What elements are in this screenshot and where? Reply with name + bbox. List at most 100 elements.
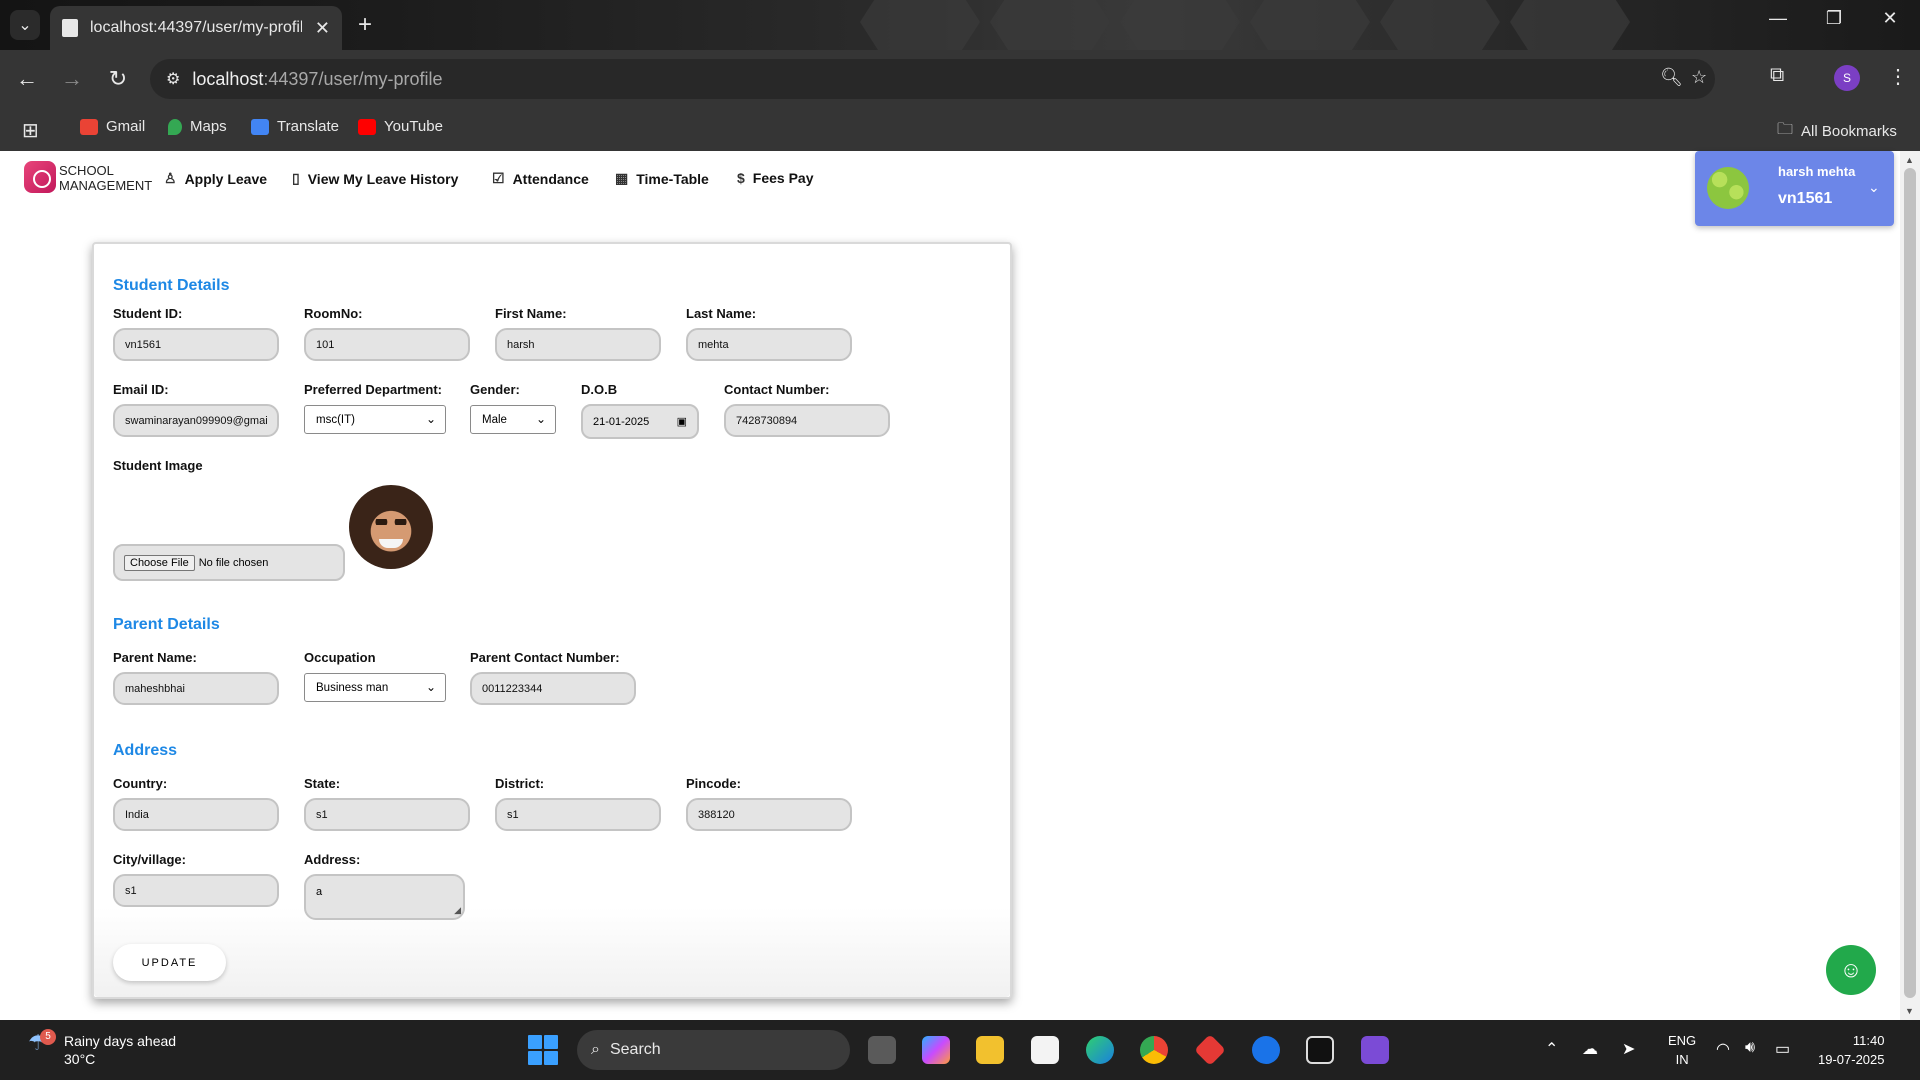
bookmark-star-icon[interactable]: ☆ (1691, 67, 1707, 88)
choose-file-button[interactable]: Choose File (124, 554, 195, 571)
tab-title: localhost:44397/user/my-profile (90, 19, 302, 36)
bookmark-translate[interactable]: Translate (251, 118, 339, 135)
show-hidden-icons[interactable]: ⌃ (1545, 1039, 1558, 1059)
battery-icon[interactable]: ▭ (1775, 1039, 1790, 1059)
more-menu-icon[interactable]: ⋮ (1888, 64, 1908, 89)
user-avatar (1707, 167, 1749, 209)
taskbar-search[interactable]: ⌕ Search (577, 1030, 850, 1070)
copilot-icon[interactable] (922, 1036, 950, 1064)
bookmark-youtube[interactable]: YouTube (358, 118, 443, 135)
app-icon[interactable] (1306, 1036, 1334, 1064)
back-button[interactable]: ← (12, 64, 42, 94)
pincode-input[interactable]: 388120 (686, 798, 852, 831)
page-icon (62, 19, 78, 37)
site-info-icon[interactable]: ⚙ (166, 69, 180, 89)
label-first-name: First Name: (495, 306, 567, 321)
brand-name[interactable]: SCHOOL MANAGEMENT (59, 163, 152, 193)
anydesk-icon[interactable] (1194, 1034, 1226, 1066)
label-dob: D.O.B (581, 382, 618, 397)
scroll-down-icon[interactable]: ▼ (1905, 1006, 1914, 1016)
language-indicator[interactable]: ENG IN (1668, 1031, 1696, 1069)
school-logo-icon[interactable] (24, 161, 56, 193)
checkbox-icon: ☑ (492, 170, 505, 186)
department-select[interactable]: msc(IT) ⌄ (304, 405, 446, 434)
task-view-icon[interactable] (868, 1036, 896, 1064)
browser-toolbar: ← → ↻ ⚙ localhost:44397/user/my-profile … (0, 50, 1920, 108)
minimize-button[interactable]: — (1758, 8, 1798, 29)
nav-apply-leave[interactable]: ♙ Apply Leave (164, 170, 267, 187)
update-button[interactable]: UPDATE (113, 944, 226, 981)
file-explorer-icon[interactable] (976, 1036, 1004, 1064)
scroll-up-icon[interactable]: ▲ (1905, 155, 1914, 165)
system-clock[interactable]: 11:40 19-07-2025 (1818, 1031, 1885, 1069)
label-pincode: Pincode: (686, 776, 741, 791)
gender-select[interactable]: Male ⌄ (470, 405, 556, 434)
maps-icon (168, 118, 182, 135)
tab-search-dropdown-button[interactable]: ⌄ (10, 10, 40, 40)
address-bar[interactable]: ⚙ localhost:44397/user/my-profile 🔍︎ ☆ (150, 59, 1715, 99)
restore-button[interactable]: ❐ (1814, 8, 1854, 29)
dob-date-input[interactable]: 21-01-2025 ▣ (581, 404, 699, 439)
browser-tab-active[interactable]: localhost:44397/user/my-profile ✕ (50, 6, 342, 50)
chevron-down-icon: ⌄ (535, 412, 546, 426)
state-input[interactable]: s1 (304, 798, 470, 831)
zoom-icon[interactable]: 🔍︎ (1660, 67, 1683, 88)
parent-contact-input[interactable]: 0011223344 (470, 672, 636, 705)
start-button[interactable] (528, 1035, 558, 1065)
all-bookmarks-button[interactable]: 🗀 All Bookmarks (1777, 118, 1897, 145)
new-tab-button[interactable]: + (350, 10, 380, 40)
chrome-icon[interactable] (1140, 1036, 1168, 1064)
chevron-down-icon[interactable]: ⌄ (1868, 179, 1880, 196)
scrollbar-thumb[interactable] (1904, 168, 1916, 998)
calendar-icon[interactable]: ▣ (677, 415, 687, 428)
parent-name-input[interactable]: maheshbhai (113, 672, 279, 705)
close-tab-icon[interactable]: ✕ (315, 18, 330, 39)
edge-icon[interactable] (1086, 1036, 1114, 1064)
student-image-file-input[interactable]: Choose File No file chosen (113, 544, 345, 581)
volume-icon[interactable]: 🔊︎ (1745, 1039, 1755, 1057)
location-icon[interactable]: ➤ (1622, 1039, 1635, 1059)
bookmark-maps[interactable]: Maps (168, 118, 227, 135)
address-textarea[interactable]: a ◢ (304, 874, 465, 920)
wifi-icon[interactable]: ◠ (1716, 1039, 1730, 1059)
country-input[interactable]: India (113, 798, 279, 831)
extensions-icon[interactable]: ⧉ (1770, 64, 1784, 87)
forward-button[interactable]: → (57, 64, 87, 94)
last-name-input[interactable]: mehta (686, 328, 852, 361)
user-menu-card[interactable]: harsh mehta vn1561 ⌄ (1695, 151, 1894, 226)
contact-number-input[interactable]: 7428730894 (724, 404, 890, 437)
close-window-button[interactable]: ✕ (1870, 8, 1910, 29)
microsoft-store-icon[interactable] (1031, 1036, 1059, 1064)
email-input[interactable]: swaminarayan099909@gmai (113, 404, 279, 437)
city-input[interactable]: s1 (113, 874, 279, 907)
reload-button[interactable]: ↻ (103, 64, 133, 94)
folder-icon: 🗀 (1777, 121, 1794, 138)
bookmark-gmail[interactable]: Gmail (80, 118, 145, 135)
notification-badge: 5 (40, 1029, 56, 1045)
district-input[interactable]: s1 (495, 798, 661, 831)
student-id-input[interactable]: vn1561 (113, 328, 279, 361)
weather-widget[interactable]: ☂ 5 Rainy days ahead 30°C (28, 1029, 176, 1068)
help-icon[interactable] (1252, 1036, 1280, 1064)
occupation-select[interactable]: Business man ⌄ (304, 673, 446, 702)
visual-studio-icon[interactable] (1361, 1036, 1389, 1064)
page-scrollbar[interactable]: ▲ ▼ (1900, 151, 1920, 1020)
label-parent-name: Parent Name: (113, 650, 197, 665)
chevron-down-icon: ⌄ (425, 680, 436, 694)
student-photo (349, 485, 433, 569)
nav-attendance[interactable]: ☑ Attendance (492, 170, 589, 187)
nav-fees-pay[interactable]: $ Fees Pay (737, 170, 814, 186)
room-no-input[interactable]: 101 (304, 328, 470, 361)
first-name-input[interactable]: harsh (495, 328, 661, 361)
apps-grid-icon[interactable]: ⊞ (22, 118, 39, 143)
profile-avatar[interactable]: S (1834, 65, 1860, 91)
nav-leave-history[interactable]: ▯ View My Leave History (292, 170, 458, 187)
resize-handle-icon[interactable]: ◢ (454, 905, 461, 916)
nav-time-table[interactable]: ▦ Time-Table (615, 170, 709, 187)
windows-taskbar: ☂ 5 Rainy days ahead 30°C ⌕ Search ⌃ ☁ ➤… (0, 1020, 1920, 1080)
onedrive-icon[interactable]: ☁ (1582, 1039, 1598, 1059)
chatbot-button[interactable]: ☺ (1826, 945, 1876, 995)
label-parent-contact: Parent Contact Number: (470, 650, 620, 665)
profile-form-card: Student Details Student ID: vn1561 RoomN… (92, 242, 1012, 999)
label-city: City/village: (113, 852, 186, 867)
